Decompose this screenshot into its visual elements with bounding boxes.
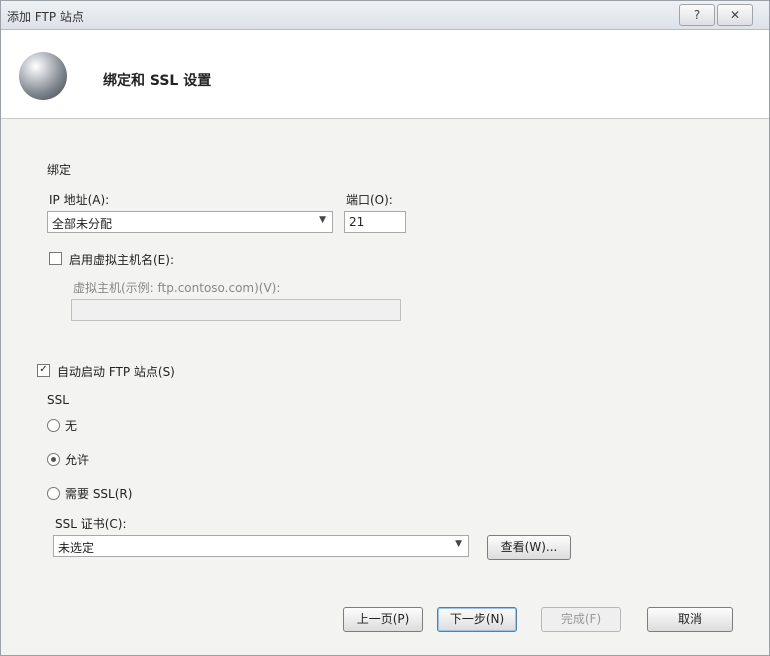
next-button-label: 下一步(N) [449, 612, 505, 626]
virtual-host-checkbox[interactable] [49, 252, 62, 265]
chevron-down-icon: ▼ [319, 215, 326, 225]
window-title: 添加 FTP 站点 [7, 10, 84, 24]
ssl-require-radio[interactable] [47, 487, 60, 500]
wizard-content: 绑定 IP 地址(A): 全部未分配 ▼ 端口(O): 21 启用虚拟主机名(E… [1, 119, 769, 655]
autostart-checkbox[interactable]: ✓ [37, 364, 50, 377]
port-label: 端口(O): [346, 193, 393, 207]
virtual-host-label: 虚拟主机(示例: ftp.contoso.com)(V): [73, 281, 281, 295]
cancel-button[interactable]: 取消 [647, 607, 733, 632]
virtual-host-checkbox-label: 启用虚拟主机名(E): [69, 253, 174, 267]
title-bar: 添加 FTP 站点 ? ✕ [1, 1, 769, 30]
close-icon: ✕ [729, 8, 741, 22]
next-button[interactable]: 下一步(N) [437, 607, 517, 632]
ssl-allow-label: 允许 [65, 453, 90, 467]
ssl-none-radio[interactable] [47, 419, 60, 432]
cancel-button-label: 取消 [677, 612, 702, 626]
binding-section-label: 绑定 [47, 163, 72, 177]
prev-button-label: 上一页(P) [356, 612, 410, 626]
autostart-label: 自动启动 FTP 站点(S) [57, 365, 175, 379]
globe-icon [19, 52, 67, 100]
ssl-allow-radio[interactable] [47, 453, 60, 466]
finish-button-label: 完成(F) [560, 612, 602, 626]
ssl-cert-value: 未选定 [58, 541, 95, 555]
port-value: 21 [349, 215, 365, 229]
help-button[interactable]: ? [679, 4, 715, 26]
port-input[interactable]: 21 [344, 211, 406, 233]
close-button[interactable]: ✕ [717, 4, 753, 26]
ip-address-value: 全部未分配 [52, 217, 113, 231]
chevron-down-icon: ▼ [455, 539, 462, 549]
page-title: 绑定和 SSL 设置 [103, 73, 212, 89]
view-certificate-label: 查看(W)... [500, 540, 558, 554]
virtual-host-input[interactable] [71, 299, 401, 321]
ssl-none-label: 无 [65, 419, 78, 433]
help-icon: ? [693, 8, 701, 22]
prev-button[interactable]: 上一页(P) [343, 607, 423, 632]
ssl-cert-dropdown[interactable]: 未选定 ▼ [53, 535, 469, 557]
ip-address-label: IP 地址(A): [49, 193, 110, 207]
ssl-require-label: 需要 SSL(R) [65, 487, 133, 501]
add-ftp-site-dialog: 添加 FTP 站点 ? ✕ 绑定和 SSL 设置 绑定 IP 地址(A): 全部… [0, 0, 770, 656]
wizard-header: 绑定和 SSL 设置 [1, 30, 769, 119]
view-certificate-button[interactable]: 查看(W)... [487, 535, 571, 560]
finish-button[interactable]: 完成(F) [541, 607, 621, 632]
ssl-cert-label: SSL 证书(C): [55, 517, 127, 531]
ip-address-dropdown[interactable]: 全部未分配 ▼ [47, 211, 333, 233]
ssl-section-label: SSL [47, 393, 69, 407]
